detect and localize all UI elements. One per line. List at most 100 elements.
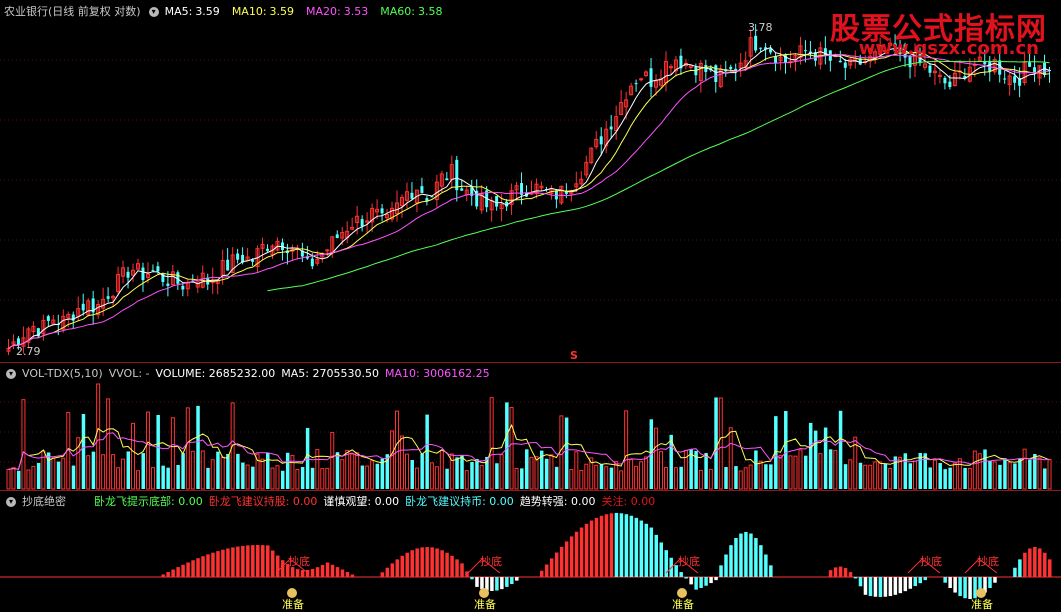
volume-bar <box>663 467 668 490</box>
volume-bar <box>943 469 947 489</box>
volume-bar <box>365 465 370 490</box>
indicator-bar <box>883 577 888 597</box>
candle-body <box>639 78 644 81</box>
indicator-bar <box>166 571 170 577</box>
indicator-bar <box>256 545 260 577</box>
indicator-bar <box>231 547 235 577</box>
candle-body <box>325 249 330 252</box>
indicator-bar <box>325 562 330 577</box>
indicator-bar <box>246 545 250 577</box>
money-bag-icon <box>287 588 297 598</box>
volume-bar <box>176 464 180 489</box>
volume-bar <box>549 454 554 490</box>
indicator-bar <box>559 546 564 577</box>
indicator-bar <box>589 520 594 577</box>
candle-body <box>141 267 145 281</box>
volume-bar <box>295 469 300 490</box>
candle-body <box>226 259 230 271</box>
indicator-bar <box>455 559 459 577</box>
volume-bar <box>260 458 265 490</box>
indicator-bar <box>764 554 768 577</box>
indicator-bar <box>1038 548 1042 577</box>
ma60-value: 3.58 <box>417 5 443 18</box>
indicator-bar <box>186 562 190 577</box>
candle-body <box>988 60 992 72</box>
volume-bar <box>404 453 409 490</box>
candle-body <box>410 192 414 199</box>
indicator-bar <box>390 563 395 577</box>
volume-bar <box>1047 459 1052 490</box>
vol-ma10-line <box>8 432 1050 470</box>
settings-icon[interactable]: ▾ <box>6 497 16 507</box>
indicator-bar <box>335 567 340 577</box>
indicator-bar <box>639 520 644 577</box>
indicator-bar <box>704 577 708 586</box>
volume-bar <box>489 397 494 490</box>
volume-bar <box>569 469 574 490</box>
indicator-bar <box>300 570 305 577</box>
volume-bar <box>1007 462 1012 490</box>
volume-bar <box>743 467 748 490</box>
indicator-bar <box>470 577 474 580</box>
indicator-pane[interactable]: 抄底 准备 抄底 准备 抄底 准备 抄底 抄底 准备 ▾ 抄底绝密 卧龙飞提示底部: 0.00 卧龙飞… <box>0 490 1061 612</box>
volume-bar <box>106 398 111 490</box>
volume-bar <box>320 468 325 490</box>
indicator-bar <box>415 548 419 577</box>
indicator-bar <box>644 523 649 577</box>
volume-bar <box>609 467 614 489</box>
volume-bar <box>564 417 569 489</box>
volume-bar <box>121 458 126 490</box>
volume-bar <box>873 461 878 490</box>
volume-bar <box>843 464 848 489</box>
volume-bar <box>988 460 992 489</box>
indicator-bar <box>759 545 763 577</box>
volume-bar <box>624 410 629 490</box>
volume-bar <box>544 458 549 489</box>
volume-bar <box>210 459 215 490</box>
volume-bar <box>150 467 155 490</box>
volume-bar <box>141 453 145 489</box>
settings-icon[interactable]: ▾ <box>148 7 159 17</box>
volume-bar <box>285 452 290 489</box>
volume-bar <box>525 449 529 489</box>
ready-label: 准备 <box>971 597 993 611</box>
indicator-bar <box>405 552 409 577</box>
volume-bar <box>769 464 773 489</box>
indicator-bar <box>569 536 574 577</box>
indicator-bar <box>460 563 464 577</box>
volume-pane[interactable]: ▾ VOL-TDX(5,10) VVOL: - VOLUME: 2685232.00 M… <box>0 362 1061 490</box>
ma10-label: MA10: <box>231 5 267 18</box>
volume-bar <box>145 411 150 490</box>
indicator-bar <box>400 555 404 577</box>
indicator-bar <box>1043 552 1047 577</box>
indicator-bar <box>619 513 624 577</box>
volume-bar <box>983 449 987 489</box>
indicator-bar <box>430 547 434 577</box>
indicator-bar <box>614 513 619 577</box>
volume-bar <box>952 462 957 490</box>
indicator-bar <box>211 552 215 577</box>
high-price-label: 3.78 <box>748 21 773 34</box>
volume-bar <box>505 402 509 489</box>
settings-icon[interactable]: ▾ <box>6 369 16 379</box>
indicator-bar <box>495 577 499 591</box>
ind-item-trend: 趋势转强: 0.00 <box>519 495 596 508</box>
volume-header: ▾ VOL-TDX(5,10) VVOL: - VOLUME: 2685232.00 M… <box>4 366 496 382</box>
indicator-bar <box>450 555 454 577</box>
price-pane[interactable]: 农业银行(日线 前复权 对数) ▾ MA5: 3.59 MA10: 3.59 MA20: 3.… <box>0 0 1061 362</box>
volume-bar <box>350 453 355 490</box>
volume-bar <box>708 468 713 490</box>
indicator-bar <box>719 565 723 577</box>
money-bag-icon <box>479 588 489 598</box>
volume-bar <box>754 450 758 489</box>
indicator-bar <box>310 568 315 577</box>
stock-title: 农业银行(日线 前复权 对数) <box>4 5 141 18</box>
indicator-bar <box>908 577 913 589</box>
volume-bar <box>932 459 937 490</box>
ma60-line <box>267 60 1050 292</box>
volume-bar <box>1013 463 1017 489</box>
indicator-bar <box>769 565 773 577</box>
volume-bar <box>704 453 708 489</box>
indicator-bar <box>554 552 559 577</box>
indicator-bar <box>659 542 664 577</box>
